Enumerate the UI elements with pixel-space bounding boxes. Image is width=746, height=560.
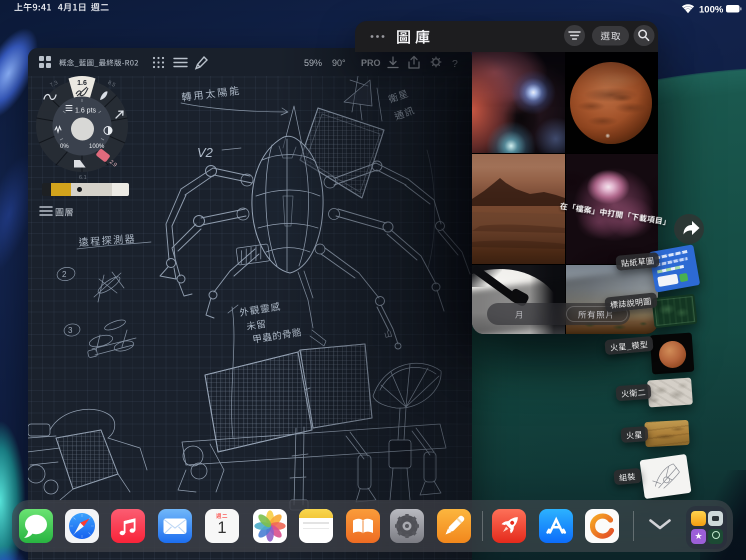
svg-text:V2: V2 — [197, 145, 214, 160]
svg-text:100%: 100% — [89, 144, 105, 150]
svg-text:?: ? — [452, 58, 458, 70]
svg-text:90°: 90° — [332, 58, 346, 68]
svg-text:3: 3 — [68, 326, 73, 335]
svg-text:1.6 pts: 1.6 pts — [75, 108, 97, 115]
svg-text:0%: 0% — [60, 144, 69, 150]
svg-text:100%: 100% — [699, 5, 724, 16]
svg-text:2: 2 — [62, 270, 67, 279]
svg-text:PRO: PRO — [361, 58, 381, 68]
svg-text:2.9: 2.9 — [108, 159, 118, 168]
svg-text:6.1: 6.1 — [79, 175, 87, 181]
svg-text:8.5: 8.5 — [106, 80, 116, 89]
svg-text:1.6: 1.6 — [77, 80, 87, 87]
svg-text:59%: 59% — [304, 58, 322, 68]
